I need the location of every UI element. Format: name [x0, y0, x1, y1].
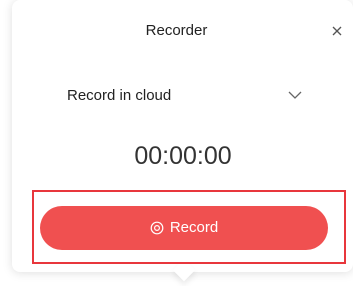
elapsed-timer: 00:00:00	[134, 142, 232, 170]
window-title: Recorder	[145, 22, 208, 39]
record-icon	[150, 221, 164, 235]
close-icon[interactable]	[328, 22, 346, 40]
record-button-label: Record	[169, 219, 219, 236]
record-button[interactable]: Record	[40, 206, 328, 250]
record-mode-label: Record in cloud	[67, 87, 172, 104]
chevron-down-icon	[286, 86, 304, 104]
record-mode-dropdown[interactable]: Record in cloud	[55, 80, 315, 112]
